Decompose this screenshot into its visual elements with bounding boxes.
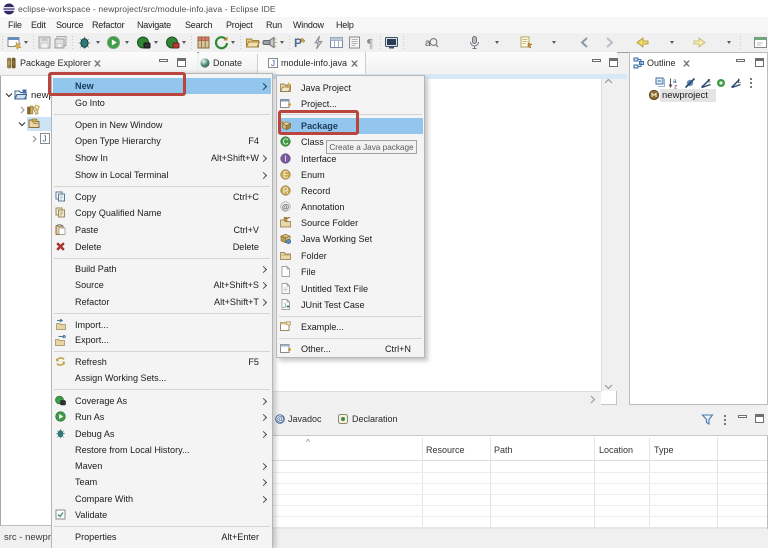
svg-text:P: P [294,36,302,50]
svg-text:E: E [283,170,288,179]
svg-text:J: J [283,304,286,310]
svg-text:J: J [43,135,47,144]
svg-text:@: @ [282,202,290,211]
svg-text:I: I [284,154,286,163]
svg-text:s: s [708,79,711,85]
svg-text:R: R [283,186,289,195]
svg-text:J: J [271,59,275,68]
svg-text:@: @ [277,415,285,424]
svg-text:¶: ¶ [367,36,373,51]
svg-text:C: C [283,137,289,146]
svg-text:L: L [738,78,742,85]
